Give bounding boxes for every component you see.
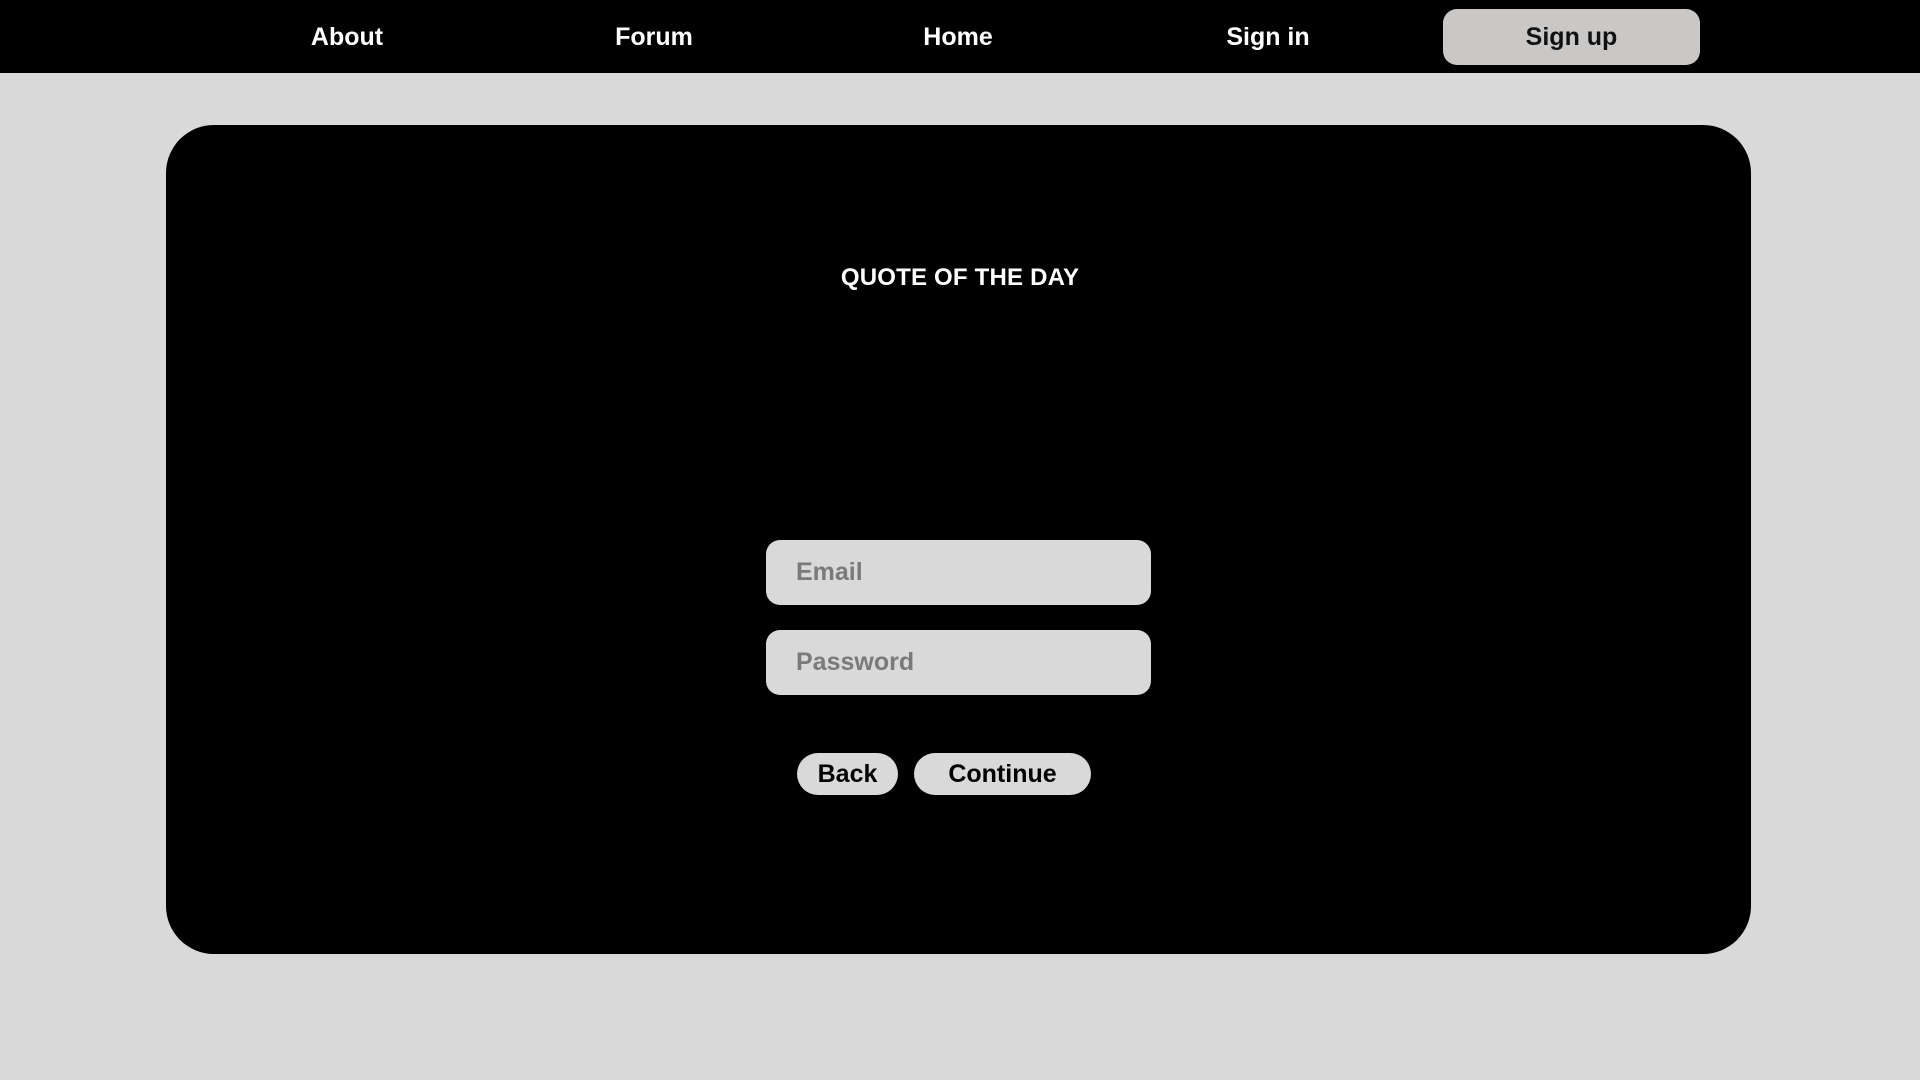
back-button[interactable]: Back: [797, 753, 898, 795]
nav-sign-in-link[interactable]: Sign in: [1208, 9, 1328, 65]
nav-forum-link[interactable]: Forum: [594, 9, 714, 65]
quote-of-the-day-title: QUOTE OF THE DAY: [840, 264, 1080, 291]
email-field[interactable]: [766, 540, 1151, 605]
password-field[interactable]: [766, 630, 1151, 695]
nav-home-link[interactable]: Home: [898, 9, 1018, 65]
top-navigation-bar: About Forum Home Sign in Sign up: [0, 0, 1920, 73]
continue-button[interactable]: Continue: [914, 753, 1091, 795]
sign-up-button[interactable]: Sign up: [1443, 9, 1700, 65]
nav-about-link[interactable]: About: [287, 9, 407, 65]
